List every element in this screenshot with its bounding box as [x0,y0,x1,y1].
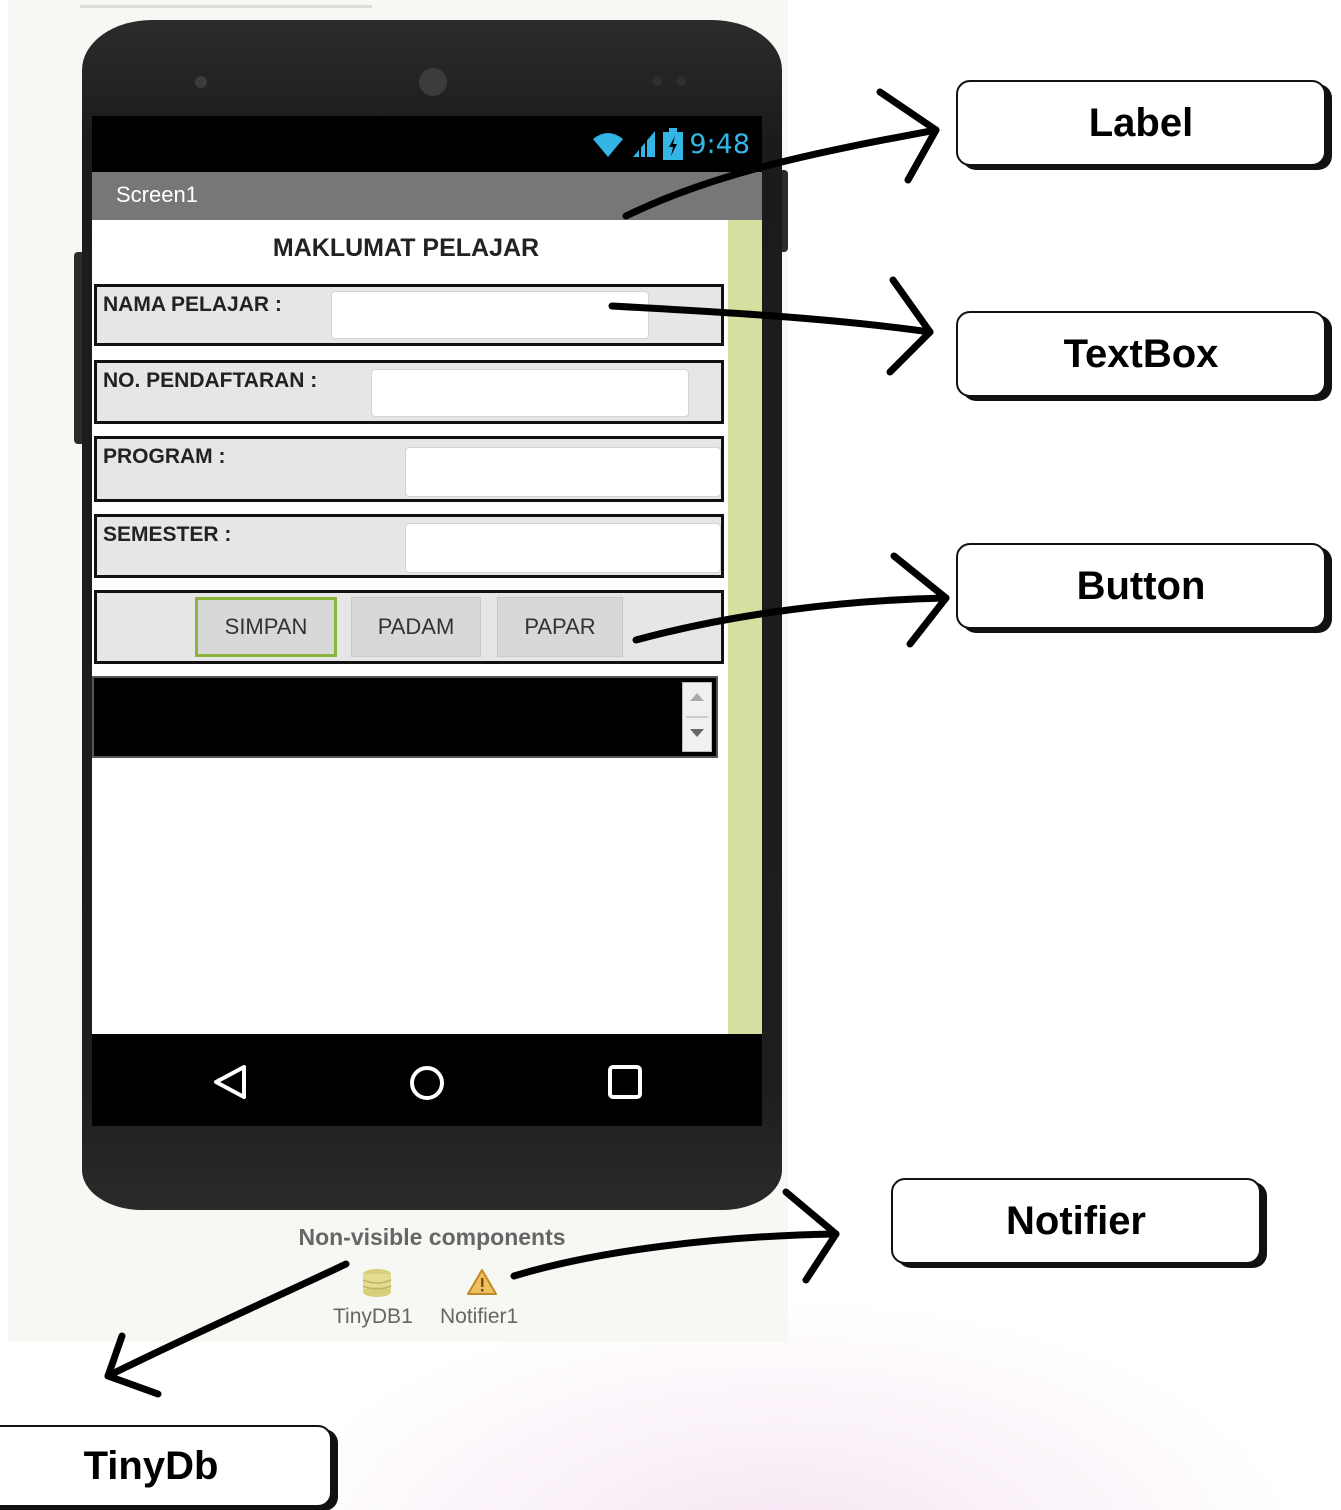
wifi-icon [593,133,624,157]
home-icon[interactable] [408,1064,446,1102]
signal-icon [633,131,656,157]
phone-sensor-right [652,76,662,86]
label-callout: Label [956,80,1326,166]
scroll-down-icon[interactable] [690,729,704,737]
program-textbox[interactable] [405,447,721,497]
semester-textbox[interactable] [405,523,721,573]
notifier-callout: Notifier [891,1178,1261,1264]
tinydb-component-label: TinyDB1 [333,1305,413,1328]
canvas-top-edge [80,5,372,8]
pendaftaran-label: NO. PENDAFTARAN : [103,369,318,392]
semester-label: SEMESTER : [103,523,232,546]
notifier-component-label: Notifier1 [440,1305,519,1328]
status-time: 9:48 [689,128,750,160]
status-bar: 9:48 [92,116,762,172]
papar-button[interactable]: PAPAR [497,597,623,657]
field-row-nama: NAMA PELAJAR : [94,284,724,346]
padam-button[interactable]: PADAM [351,597,481,657]
database-icon[interactable] [361,1268,393,1298]
label-arrowhead [876,88,940,184]
app-screen: 9:48 Screen1 MAKLUMAT PELAJAR NAMA PELAJ… [92,116,762,1034]
tinydb-callout: TinyDb [0,1425,332,1507]
simpan-button[interactable]: SIMPAN [195,597,337,657]
scroll-thumb[interactable] [686,716,708,718]
pendaftaran-textbox[interactable] [371,369,689,417]
field-row-program: PROGRAM : [94,436,724,502]
phone-sensor [195,76,207,88]
phone-camera [419,68,447,96]
program-label: PROGRAM : [103,445,226,468]
button-callout: Button [956,543,1326,629]
back-icon[interactable] [210,1064,250,1100]
nama-textbox[interactable] [331,291,649,339]
phone-sensor-right-2 [676,76,686,86]
button-row: SIMPAN PADAM PAPAR [94,590,724,664]
non-visible-title: Non-visible components [298,1224,566,1250]
tinydb-arrowhead [104,1332,162,1398]
field-row-semester: SEMESTER : [94,514,724,578]
heading-label: MAKLUMAT PELAJAR [272,234,540,262]
button-arrowhead [890,552,950,648]
textbox-callout: TextBox [956,311,1326,397]
list-view[interactable] [92,676,718,758]
nama-label: NAMA PELAJAR : [103,293,282,316]
screen-title: Screen1 [116,182,198,207]
list-scrollbar[interactable] [682,682,712,752]
screen-side-bar [728,220,762,1034]
textbox-arrowhead [886,276,934,376]
field-row-pendaftaran: NO. PENDAFTARAN : [94,360,724,424]
battery-icon [663,128,684,160]
recent-apps-icon[interactable] [607,1064,643,1100]
scroll-up-icon[interactable] [690,693,704,701]
navigation-bar [92,1034,762,1126]
screen-title-bar: Screen1 [92,172,762,220]
warning-icon[interactable] [466,1268,498,1296]
